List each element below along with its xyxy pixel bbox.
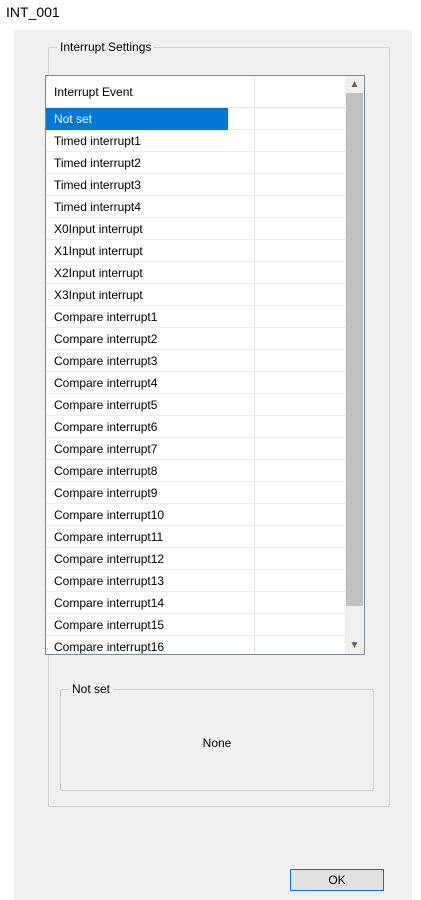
list-item[interactable]: Compare interrupt7 <box>46 438 346 460</box>
list-item[interactable]: Timed interrupt3 <box>46 174 346 196</box>
list-item[interactable]: Timed interrupt2 <box>46 152 346 174</box>
list-item-label: Compare interrupt16 <box>54 640 165 654</box>
list-item-label: Compare interrupt1 <box>54 310 158 324</box>
ok-button-label: OK <box>328 873 346 887</box>
list-item[interactable]: Compare interrupt6 <box>46 416 346 438</box>
list-item[interactable]: Timed interrupt1 <box>46 130 346 152</box>
list-item-label: Timed interrupt1 <box>54 134 141 148</box>
detail-value: None <box>202 736 232 750</box>
ok-button[interactable]: OK <box>290 869 384 891</box>
list-item-label: X2Input interrupt <box>54 266 143 280</box>
list-item[interactable]: Compare interrupt8 <box>46 460 346 482</box>
list-item[interactable]: Compare interrupt10 <box>46 504 346 526</box>
list-item-label: Compare interrupt5 <box>54 398 158 412</box>
list-item[interactable]: Compare interrupt1 <box>46 306 346 328</box>
list-item-label: Compare interrupt12 <box>54 552 165 566</box>
list-item-label: Timed interrupt2 <box>54 156 141 170</box>
list-item[interactable]: Compare interrupt11 <box>46 526 346 548</box>
list-item-label: Compare interrupt14 <box>54 596 165 610</box>
list-item-label: Compare interrupt6 <box>54 420 158 434</box>
list-item[interactable]: X1Input interrupt <box>46 240 346 262</box>
list-item-label: Timed interrupt4 <box>54 200 141 214</box>
list-item[interactable]: Compare interrupt15 <box>46 614 346 636</box>
interrupt-settings-label: Interrupt Settings <box>57 39 155 55</box>
list-item-label: Compare interrupt3 <box>54 354 158 368</box>
list-header: Interrupt Event <box>46 76 346 108</box>
vertical-scrollbar[interactable]: ▲ ▼ <box>345 76 364 654</box>
list-item-label: Compare interrupt9 <box>54 486 158 500</box>
scroll-up-icon[interactable]: ▲ <box>345 76 364 93</box>
list-item-label: Compare interrupt15 <box>54 618 165 632</box>
list-item-label: Compare interrupt8 <box>54 464 158 478</box>
list-item[interactable]: Compare interrupt9 <box>46 482 346 504</box>
list-item[interactable]: Compare interrupt12 <box>46 548 346 570</box>
list-item[interactable]: Compare interrupt14 <box>46 592 346 614</box>
list-item-label: X1Input interrupt <box>54 244 143 258</box>
list-item-label: X0Input interrupt <box>54 222 143 236</box>
list-item[interactable]: Compare interrupt4 <box>46 372 346 394</box>
list-item[interactable]: X2Input interrupt <box>46 262 346 284</box>
column-header-interrupt-event: Interrupt Event <box>54 85 133 99</box>
list-item-label: Compare interrupt13 <box>54 574 165 588</box>
window-title: INT_001 <box>6 4 60 20</box>
detail-group: Not set None <box>60 681 374 791</box>
list-item[interactable]: Not set <box>46 108 346 130</box>
list-item[interactable]: Compare interrupt5 <box>46 394 346 416</box>
list-item-label: Compare interrupt10 <box>54 508 165 522</box>
list-item[interactable]: Compare interrupt13 <box>46 570 346 592</box>
list-item-label: Compare interrupt4 <box>54 376 158 390</box>
scroll-down-icon[interactable]: ▼ <box>345 637 364 654</box>
scroll-thumb[interactable] <box>346 93 363 606</box>
list-item-label: X3Input interrupt <box>54 288 143 302</box>
list-item-label: Compare interrupt2 <box>54 332 158 346</box>
interrupt-event-list[interactable]: Interrupt Event Not set Timed interrupt1 T… <box>45 75 365 655</box>
list-item[interactable]: Compare interrupt3 <box>46 350 346 372</box>
list-item[interactable]: Timed interrupt4 <box>46 196 346 218</box>
list-item-label: Not set <box>46 108 228 130</box>
list-item[interactable]: X0Input interrupt <box>46 218 346 240</box>
detail-group-label: Not set <box>69 681 114 697</box>
list-item[interactable]: Compare interrupt16 <box>46 636 346 654</box>
list-item[interactable]: X3Input interrupt <box>46 284 346 306</box>
list-item-label: Timed interrupt3 <box>54 178 141 192</box>
list-item-label: Compare interrupt11 <box>54 530 164 544</box>
list-item-label: Compare interrupt7 <box>54 442 158 456</box>
list-rows: Not set Timed interrupt1 Timed interrupt2 T… <box>46 108 346 654</box>
list-item[interactable]: Compare interrupt2 <box>46 328 346 350</box>
